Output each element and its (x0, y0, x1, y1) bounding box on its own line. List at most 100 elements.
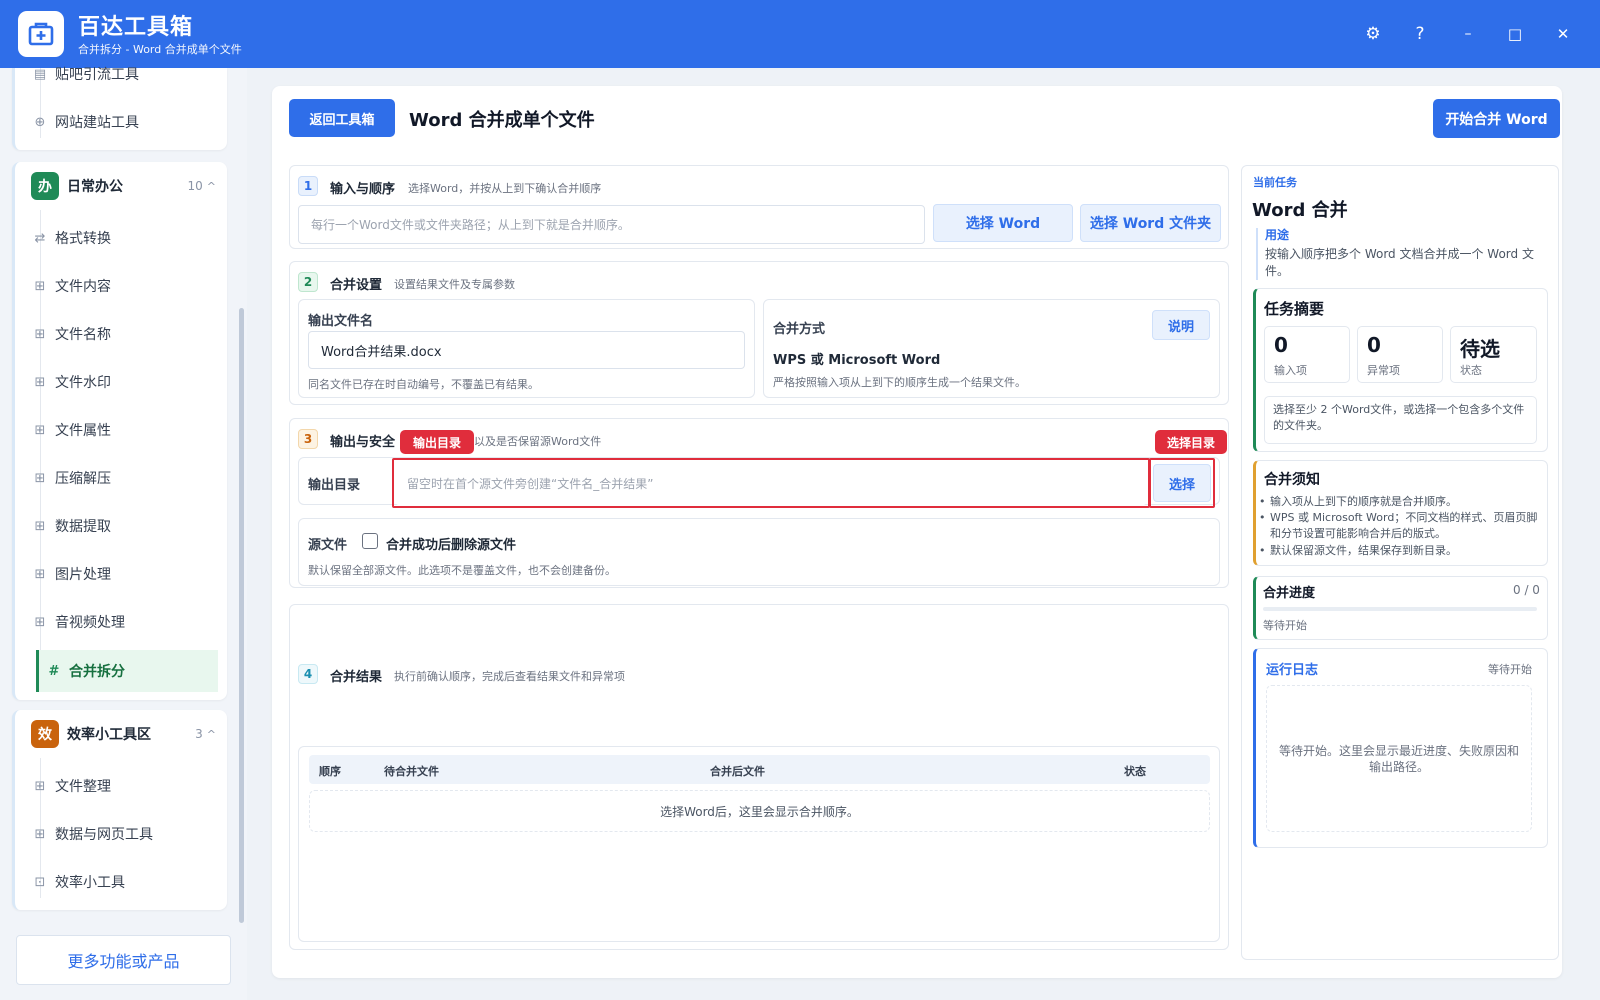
section-number: 1 (298, 176, 318, 196)
progress-count: 0 / 0 (1513, 583, 1540, 597)
group-name: 日常办公 (67, 179, 123, 195)
help-icon[interactable]: ? (1406, 20, 1434, 48)
more-products-button[interactable]: 更多功能或产品 (16, 935, 231, 985)
input-paths-textarea[interactable]: 每行一个Word文件或文件夹路径；从上到下就是合并顺序。 (298, 205, 925, 244)
efficiency-group-icon: 效 (31, 720, 59, 748)
grid-icon: ⊞ (34, 778, 46, 794)
stat-label: 状态 (1460, 364, 1482, 377)
stat-label: 输入项 (1274, 364, 1307, 377)
sidebar-item-website[interactable]: ⊕ 网站建站工具 (25, 102, 218, 142)
app-title: 百达工具箱 (78, 15, 194, 40)
sidebar-item-label: 图片处理 (55, 567, 111, 583)
sidebar-item-label: 音视频处理 (55, 615, 125, 631)
globe-icon: ⊕ (34, 114, 46, 130)
maximize-icon[interactable]: □ (1501, 20, 1529, 48)
log-empty-state: 等待开始。这里会显示最近进度、失败原因和输出路径。 (1266, 685, 1532, 832)
sidebar-item-label: 贴吧引流工具 (55, 67, 139, 83)
chevron-up-icon[interactable]: ^ (207, 180, 216, 193)
stat-status: 待选 状态 (1450, 326, 1537, 383)
grid-icon: ⊞ (34, 614, 46, 630)
table-empty-state: 选择Word后，这里会显示合并顺序。 (309, 790, 1210, 832)
stat-value: 0 (1274, 333, 1288, 357)
grid-icon: ⊞ (34, 566, 46, 582)
current-task-label: 当前任务 (1253, 176, 1297, 189)
sidebar-item-label: 效率小工具 (55, 875, 125, 891)
group-count: 10 (187, 179, 203, 193)
log-title: 运行日志 (1266, 663, 1319, 678)
stat-inputs: 0 输入项 (1264, 326, 1350, 383)
sidebar-item-tieba[interactable]: ▤ 贴吧引流工具 (25, 54, 218, 94)
delete-source-checkbox[interactable] (362, 533, 378, 549)
sidebar-item-file-organize[interactable]: ⊞ 文件整理 (25, 766, 218, 806)
highlight-choose-dir-box (1149, 458, 1215, 508)
source-file-label: 源文件 (308, 538, 348, 553)
section-desc: 设置结果文件及专属参数 (394, 278, 515, 291)
tag-output-dir: 输出目录 (400, 430, 474, 454)
back-to-toolbox-button[interactable]: 返回工具箱 (289, 99, 395, 137)
start-merge-button[interactable]: 开始合并 Word (1433, 99, 1560, 138)
highlight-output-dir-box (392, 458, 1150, 508)
progress-title: 合并进度 (1263, 586, 1316, 601)
log-status: 等待开始 (1488, 663, 1532, 676)
sidebar-item-file-name[interactable]: ⊞ 文件名称 (25, 314, 218, 354)
stat-value: 待选 (1460, 337, 1500, 361)
col-result: 合并后文件 (710, 765, 765, 778)
usage-accent-bar (1256, 228, 1258, 280)
sidebar-item-format-convert[interactable]: ⇄ 格式转换 (25, 218, 218, 258)
doc-icon: ▤ (33, 66, 47, 82)
group-name: 效率小工具区 (67, 727, 151, 743)
output-dir-label: 输出目录 (308, 478, 361, 493)
swap-icon: ⇄ (34, 230, 46, 246)
section-desc: 执行前确认顺序，完成后查看结果文件和异常项 (394, 670, 625, 683)
sidebar-item-file-props[interactable]: ⊞ 文件属性 (25, 410, 218, 450)
box-icon: ⊡ (34, 874, 46, 890)
settings-gear-icon[interactable]: ⚙ (1359, 20, 1387, 48)
select-word-folder-button[interactable]: 选择 Word 文件夹 (1080, 204, 1221, 242)
sidebar-scrollbar-thumb[interactable] (239, 308, 244, 923)
sidebar-item-label: 压缩解压 (55, 471, 111, 487)
section-title: 合并结果 (330, 670, 383, 685)
sidebar-item-label: 文件名称 (55, 327, 111, 343)
section-number: 2 (298, 272, 318, 292)
sidebar-item-image[interactable]: ⊞ 图片处理 (25, 554, 218, 594)
notice-title: 合并须知 (1264, 472, 1320, 488)
sidebar-group-header-efficiency[interactable]: 效 效率小工具区 3 ^ (14, 710, 224, 758)
page-title: Word 合并成单个文件 (409, 110, 595, 131)
summary-title: 任务摘要 (1264, 300, 1325, 318)
sidebar-item-data-extract[interactable]: ⊞ 数据提取 (25, 506, 218, 546)
sidebar-item-merge-split[interactable]: # 合并拆分 (36, 650, 218, 692)
select-word-button[interactable]: 选择 Word (933, 204, 1073, 242)
sidebar-item-file-content[interactable]: ⊞ 文件内容 (25, 266, 218, 306)
app-logo-icon (18, 11, 64, 57)
sidebar-item-label: 文件属性 (55, 423, 111, 439)
sidebar-item-compress[interactable]: ⊞ 压缩解压 (25, 458, 218, 498)
grid-icon: ⊞ (34, 470, 46, 486)
sidebar-item-label: 网站建站工具 (55, 115, 139, 131)
output-name-label: 输出文件名 (308, 314, 374, 329)
section-title: 输入与顺序 (330, 182, 396, 197)
minimize-icon[interactable]: – (1454, 20, 1482, 48)
sidebar-item-label: 文件内容 (55, 279, 111, 295)
notice-item: WPS 或 Microsoft Word；不同文档的样式、页眉页脚和分节设置可能… (1259, 510, 1542, 542)
sidebar-group-header-office[interactable]: 办 日常办公 10 ^ (14, 162, 224, 210)
summary-hint: 选择至少 2 个Word文件，或选择一个包含多个文件的文件夹。 (1264, 396, 1537, 444)
grid-icon: ⊞ (34, 278, 46, 294)
explain-button[interactable]: 说明 (1152, 310, 1210, 340)
chevron-up-icon[interactable]: ^ (207, 728, 216, 741)
sidebar-item-data-web[interactable]: ⊞ 数据与网页工具 (25, 814, 218, 854)
sidebar-item-label: 合并拆分 (69, 664, 125, 680)
section-number: 4 (298, 664, 318, 684)
section-title: 输出与安全 (330, 435, 396, 450)
title-bar: 百达工具箱 合并拆分 - Word 合并成单个文件 ⚙ ? – □ ✕ (0, 0, 1600, 68)
sidebar-item-audio-video[interactable]: ⊞ 音视频处理 (25, 602, 218, 642)
sidebar-item-watermark[interactable]: ⊞ 文件水印 (25, 362, 218, 402)
notice-item: 默认保留源文件，结果保存到新目录。 (1259, 543, 1542, 559)
delete-source-label[interactable]: 合并成功后删除源文件 (386, 534, 516, 553)
section-number: 3 (298, 429, 318, 449)
col-order: 顺序 (319, 765, 341, 778)
section-title: 合并设置 (330, 278, 383, 293)
output-name-input[interactable]: Word合并结果.docx (308, 331, 745, 369)
merge-mode-label: 合并方式 (773, 322, 826, 337)
sidebar-item-efficiency-tools[interactable]: ⊡ 效率小工具 (25, 862, 218, 902)
close-icon[interactable]: ✕ (1549, 20, 1577, 48)
